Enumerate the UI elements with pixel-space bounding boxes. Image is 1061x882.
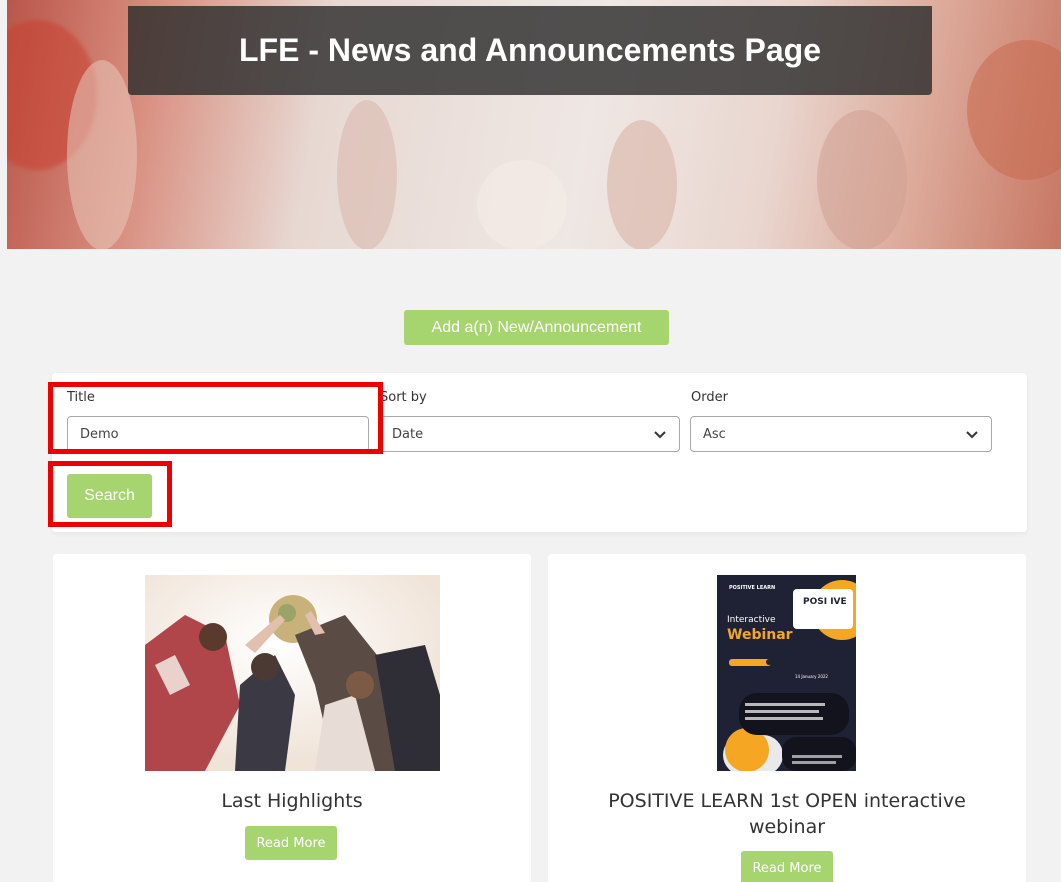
card-title-line1: POSITIVE LEARN 1st OPEN interactive bbox=[608, 790, 966, 812]
webinar-poster-image: POSITIVE LEARN POSI IVE Interactive Webi… bbox=[717, 575, 856, 771]
card-title-line2: webinar bbox=[748, 816, 826, 838]
page-title-bar: LFE - News and Announcements Page bbox=[128, 6, 932, 95]
card-title: POSITIVE LEARN 1st OPEN interactive webi… bbox=[548, 788, 1026, 840]
poster-line2: Webinar bbox=[727, 627, 793, 643]
highlight-search-button bbox=[48, 461, 172, 527]
sort-by-value: Date bbox=[392, 426, 424, 442]
order-select[interactable]: Asc bbox=[690, 416, 992, 452]
sort-by-label: Sort by bbox=[380, 390, 427, 405]
page-title: LFE - News and Announcements Page bbox=[238, 32, 821, 68]
read-more-button[interactable]: Read More bbox=[741, 851, 833, 882]
poster-line1: Interactive bbox=[727, 615, 776, 625]
highlight-title-field bbox=[48, 382, 383, 454]
hero-image-shape bbox=[477, 160, 567, 249]
news-card: Last Highlights Read More bbox=[53, 554, 531, 882]
people-globe-image bbox=[145, 575, 440, 771]
poster-logo: POSI IVE bbox=[803, 597, 847, 607]
poster-date: 14 January 2022 bbox=[795, 674, 828, 679]
sort-by-select[interactable]: Date bbox=[379, 416, 680, 452]
card-image bbox=[145, 575, 440, 771]
add-announcement-button[interactable]: Add a(n) New/Announcement bbox=[404, 310, 669, 345]
read-more-button[interactable]: Read More bbox=[245, 826, 337, 860]
news-card: POSITIVE LEARN POSI IVE Interactive Webi… bbox=[548, 554, 1026, 882]
hero-image-shape bbox=[967, 40, 1061, 180]
hero-image-shape bbox=[607, 120, 677, 249]
hero-image-shape bbox=[817, 110, 907, 249]
poster-brand: POSITIVE LEARN bbox=[729, 585, 776, 591]
hero-image-shape bbox=[337, 100, 397, 249]
card-title: Last Highlights bbox=[221, 790, 363, 812]
chevron-down-icon bbox=[654, 431, 666, 439]
order-label: Order bbox=[691, 390, 728, 405]
order-value: Asc bbox=[703, 426, 726, 442]
hero-image-shape bbox=[67, 60, 137, 249]
chevron-down-icon bbox=[966, 431, 978, 439]
